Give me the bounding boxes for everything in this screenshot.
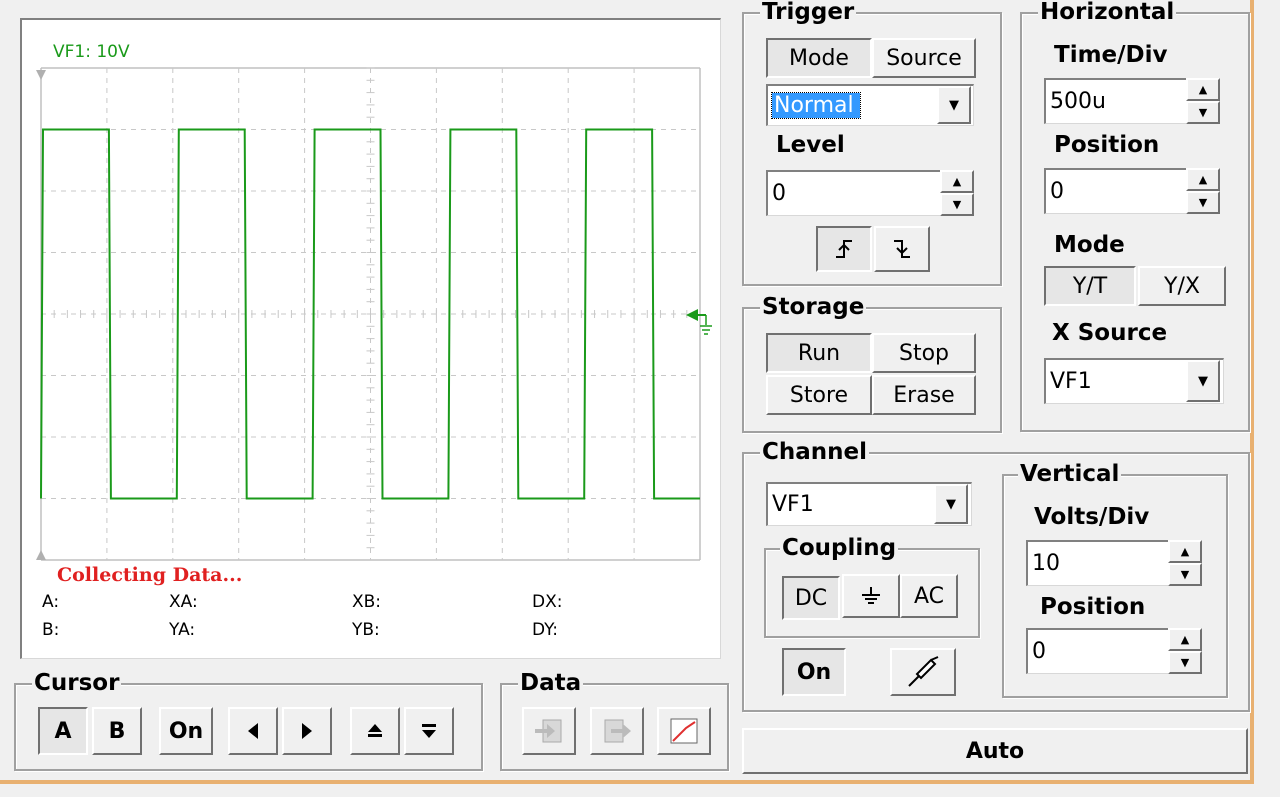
bottom-marker-icon[interactable]: [36, 550, 46, 560]
triangle-right-icon[interactable]: [282, 707, 332, 755]
horizontal-group: Horizontal Time/Div 500u ▲ ▼ Position 0 ▲…: [1020, 0, 1250, 432]
storage-title: Storage: [760, 294, 867, 320]
readout-yb: YB:: [352, 620, 380, 640]
trigger-group: Trigger Mode Source Normal ▼ Level 0 ▲ ▼: [742, 0, 1002, 286]
xsource-chevron-down-icon[interactable]: ▼: [1186, 360, 1220, 402]
rising-edge-icon[interactable]: [816, 226, 872, 272]
horizontal-title: Horizontal: [1038, 0, 1177, 25]
voltsdiv-stepper[interactable]: ▲ ▼: [1168, 540, 1202, 586]
yt-mode-button[interactable]: Y/T: [1044, 266, 1136, 306]
probe-icon[interactable]: [890, 648, 956, 696]
h-position-label: Position: [1054, 132, 1160, 158]
v-position-input[interactable]: 0: [1026, 628, 1170, 674]
readout-b: B:: [42, 620, 60, 640]
storage-group: Storage Run Stop Store Erase: [742, 294, 1002, 433]
timediv-stepper[interactable]: ▲ ▼: [1186, 78, 1220, 124]
scope-screen: [36, 67, 712, 561]
ground-marker-icon[interactable]: [686, 309, 712, 335]
h-position-input[interactable]: 0: [1044, 168, 1188, 214]
auto-button[interactable]: Auto: [742, 728, 1248, 774]
arrow-down-icon[interactable]: [404, 707, 454, 755]
voltsdiv-input[interactable]: 10: [1026, 540, 1170, 586]
trigger-mode-value: Normal: [771, 92, 861, 119]
import-data-icon[interactable]: [522, 707, 576, 755]
timediv-label: Time/Div: [1054, 42, 1168, 68]
window-frame-edge: [1250, 0, 1254, 783]
triangle-left-icon[interactable]: [228, 707, 278, 755]
curve-icon[interactable]: [657, 707, 711, 755]
tab-source[interactable]: Source: [872, 38, 976, 78]
window-frame-bottom: [0, 780, 1254, 784]
export-data-icon[interactable]: [590, 707, 644, 755]
cursor-on-button[interactable]: On: [159, 707, 213, 755]
level-input[interactable]: 0: [766, 170, 942, 216]
data-title: Data: [518, 670, 584, 696]
tab-mode[interactable]: Mode: [766, 38, 872, 78]
vertical-title: Vertical: [1018, 461, 1122, 487]
channel-title: Channel: [760, 439, 870, 465]
readout-xb: XB:: [352, 592, 382, 612]
readout-dx: DX:: [532, 592, 563, 612]
stop-button[interactable]: Stop: [872, 333, 976, 373]
trigger-title: Trigger: [760, 0, 857, 25]
falling-edge-icon[interactable]: [874, 226, 930, 272]
run-button[interactable]: Run: [766, 333, 872, 373]
chevron-down-icon[interactable]: ▼: [937, 86, 971, 124]
cursor-group: Cursor A B On: [14, 670, 483, 771]
coupling-group: Coupling DC AC: [764, 535, 980, 638]
vertical-group: Vertical Volts/Div 10 ▲ ▼ Position 0 ▲ ▼: [1002, 461, 1228, 698]
data-group: Data: [500, 670, 729, 771]
store-button[interactable]: Store: [766, 375, 872, 415]
coupling-label: Coupling: [780, 535, 899, 561]
v-position-stepper[interactable]: ▲ ▼: [1168, 628, 1202, 674]
timediv-input[interactable]: 500u: [1044, 78, 1188, 124]
v-position-label: Position: [1040, 594, 1146, 620]
cursor-b-button[interactable]: B: [92, 707, 142, 755]
channel-chevron-down-icon[interactable]: ▼: [934, 484, 968, 524]
h-mode-label: Mode: [1054, 232, 1125, 258]
readout-ya: YA:: [169, 620, 196, 640]
readout-a: A:: [42, 592, 60, 612]
yx-mode-button[interactable]: Y/X: [1138, 266, 1226, 306]
ground-icon[interactable]: [842, 574, 900, 618]
channel-group: Channel VF1 ▼ Coupling DC AC On Vertical…: [742, 439, 1250, 712]
xsource-label: X Source: [1052, 320, 1168, 346]
level-label: Level: [776, 132, 845, 158]
readout-xa: XA:: [169, 592, 198, 612]
readout-dy: DY:: [532, 620, 559, 640]
h-position-stepper[interactable]: ▲ ▼: [1186, 168, 1220, 214]
level-stepper[interactable]: ▲ ▼: [940, 170, 974, 216]
ac-coupling-button[interactable]: AC: [900, 574, 958, 618]
scope-display: VF1: 10V Collecting Data... A: B: XA: YA…: [20, 18, 721, 659]
channel-on-button[interactable]: On: [782, 648, 846, 696]
voltsdiv-label: Volts/Div: [1034, 504, 1150, 530]
cursor-a-button[interactable]: A: [38, 707, 88, 755]
erase-button[interactable]: Erase: [872, 375, 976, 415]
top-marker-icon[interactable]: [36, 70, 46, 80]
cursor-title: Cursor: [32, 670, 122, 696]
status-text: Collecting Data...: [57, 564, 243, 586]
dc-coupling-button[interactable]: DC: [782, 576, 840, 620]
arrow-up-icon[interactable]: [350, 707, 400, 755]
